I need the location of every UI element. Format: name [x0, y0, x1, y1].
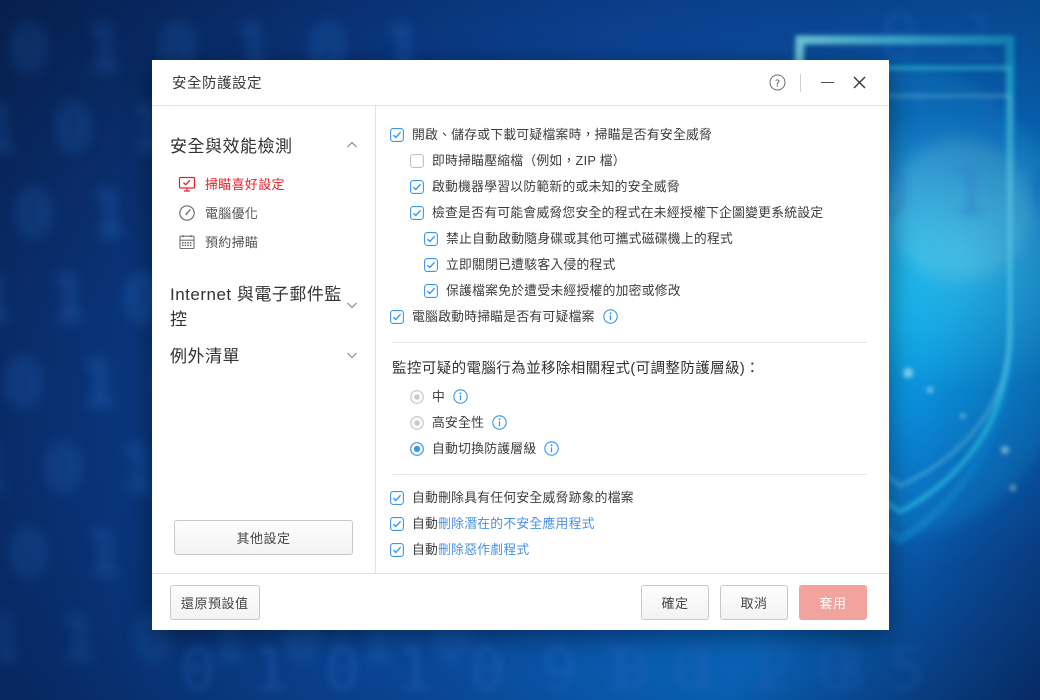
separator-2: [392, 474, 867, 475]
dialog-title: 安全防護設定: [172, 76, 262, 92]
option-label: 啟動機器學習以防範新的或未知的安全威脅: [432, 179, 680, 194]
radio-unselected-icon[interactable]: [410, 416, 424, 430]
separator-1: [392, 342, 867, 343]
sidebar: 安全與效能檢測 掃瞄喜好設定 電腦優化 預約掃瞄 Internet 與電子郵件監…: [152, 106, 376, 573]
checkbox-checked-icon[interactable]: [390, 310, 404, 324]
sidebar-group-exception-list[interactable]: 例外清單: [152, 336, 375, 373]
option-label-prefix: 自動刪除具有任何安全威脅跡象的檔案: [412, 490, 634, 505]
close-button[interactable]: [843, 68, 875, 98]
option-label: 開啟、儲存或下載可疑檔案時，掃瞄是否有安全威脅: [412, 127, 713, 142]
option-label-link[interactable]: 刪除惡作劇程式: [438, 542, 529, 557]
sidebar-item-label: 預約掃瞄: [205, 235, 259, 250]
radio-unselected-icon[interactable]: [410, 390, 424, 404]
sidebar-group-internet-email[interactable]: Internet 與電子郵件監控: [152, 274, 375, 336]
cancel-button[interactable]: 取消: [720, 584, 788, 620]
chevron-down-icon: [347, 302, 357, 309]
dialog-titlebar[interactable]: 安全防護設定 ?: [152, 60, 889, 106]
option-label: 禁止自動啟動隨身碟或其他可攜式磁碟機上的程式: [446, 231, 734, 246]
radio-selected-icon[interactable]: [410, 442, 424, 456]
sidebar-scroll-area: 安全與效能檢測 掃瞄喜好設定 電腦優化 預約掃瞄 Internet 與電子郵件監…: [152, 126, 375, 520]
sidebar-group-title: 例外清單: [170, 347, 240, 366]
info-icon[interactable]: [602, 309, 618, 324]
option-delete-threat-files[interactable]: 自動刪除具有任何安全威脅跡象的檔案: [390, 485, 867, 511]
option-label: 立即關閉已遭駭客入侵的程式: [446, 257, 616, 272]
checkbox-checked-icon[interactable]: [390, 491, 404, 505]
option-label-prefix: 自動: [412, 542, 439, 557]
radio-label: 自動切換防護層級: [432, 441, 537, 456]
sidebar-item-scan-preferences[interactable]: 掃瞄喜好設定: [152, 169, 375, 198]
radio-protection-auto[interactable]: 自動切換防護層級: [390, 436, 867, 462]
option-label: 自動刪除具有任何安全威脅跡象的檔案: [412, 489, 634, 507]
chevron-down-icon: [347, 352, 357, 358]
desktop-background: 0 1 0 1 0 1 1 0 1 0 1 0 1 0 1 1 0 1 0 1 …: [0, 0, 1040, 700]
security-settings-dialog: 安全防護設定 ? 安全與效能檢測 掃瞄喜好設定 電腦優化 預約掃瞄 Intern…: [152, 60, 889, 630]
chevron-up-icon: [347, 141, 357, 147]
monitor-check-icon: [177, 174, 196, 193]
option-delete-potentially-unsafe-apps[interactable]: 自動刪除潛在的不安全應用程式: [390, 511, 867, 537]
radio-protection-high[interactable]: 高安全性: [390, 410, 867, 436]
help-button[interactable]: ?: [762, 68, 792, 98]
checkbox-checked-icon[interactable]: [424, 258, 438, 272]
behavior-section-title: 監控可疑的電腦行為並移除相關程式(可調整防護層級)：: [392, 361, 761, 377]
settings-content-pane: 開啟、儲存或下載可疑檔案時，掃瞄是否有安全威脅 即時掃瞄壓縮檔（例如，ZIP 檔…: [376, 106, 889, 573]
checkbox-checked-icon[interactable]: [390, 543, 404, 557]
question-circle-icon: ?: [769, 74, 785, 91]
sidebar-group-items: 掃瞄喜好設定 電腦優化 預約掃瞄: [152, 163, 375, 260]
checkbox-checked-icon[interactable]: [410, 180, 424, 194]
calendar-icon: [177, 232, 196, 251]
restore-defaults-button[interactable]: 還原預設值: [170, 584, 260, 620]
info-icon[interactable]: [544, 441, 560, 456]
sidebar-group-title: Internet 與電子郵件監控: [170, 285, 342, 329]
sidebar-group-security-performance[interactable]: 安全與效能檢測: [152, 126, 375, 163]
option-label: 自動刪除潛在的不安全應用程式: [412, 515, 595, 533]
info-icon[interactable]: [453, 389, 468, 404]
checkbox-checked-icon[interactable]: [410, 206, 424, 220]
sidebar-item-scheduled-scan[interactable]: 預約掃瞄: [152, 227, 375, 256]
option-scan-on-file-access[interactable]: 開啟、儲存或下載可疑檔案時，掃瞄是否有安全威脅: [390, 122, 867, 148]
option-check-system-changes[interactable]: 檢查是否有可能會威脅您安全的程式在未經授權下企圖變更系統設定: [390, 200, 867, 226]
option-label-link[interactable]: 刪除潛在的不安全應用程式: [438, 516, 595, 531]
minimize-icon: [820, 81, 834, 84]
option-realtime-scan-archives[interactable]: 即時掃瞄壓縮檔（例如，ZIP 檔）: [390, 148, 867, 174]
footer-action-buttons: 確定 取消 套用: [641, 584, 867, 620]
radio-label: 中: [432, 389, 446, 404]
sidebar-footer: 其他設定: [152, 520, 375, 573]
svg-text:?: ?: [774, 78, 779, 89]
sidebar-item-pc-optimization[interactable]: 電腦優化: [152, 198, 375, 227]
close-icon: [852, 76, 866, 89]
checkbox-checked-icon[interactable]: [424, 284, 438, 298]
option-delete-joke-programs[interactable]: 自動刪除惡作劇程式: [390, 537, 867, 563]
ok-button[interactable]: 確定: [641, 584, 709, 620]
svg-text:1 0 1 0 5: 1 0 1 0 5: [600, 635, 925, 700]
window-controls: ?: [762, 68, 875, 98]
sidebar-item-label: 掃瞄喜好設定: [205, 177, 285, 192]
checkbox-checked-icon[interactable]: [390, 517, 404, 531]
other-settings-button[interactable]: 其他設定: [174, 520, 353, 555]
apply-button[interactable]: 套用: [799, 584, 867, 620]
option-label: 保護檔案免於遭受未經授權的加密或修改: [446, 283, 681, 298]
checkbox-checked-icon[interactable]: [424, 232, 438, 246]
dialog-body: 安全與效能檢測 掃瞄喜好設定 電腦優化 預約掃瞄 Internet 與電子郵件監…: [152, 106, 889, 573]
option-label: 自動刪除惡作劇程式: [412, 541, 529, 559]
option-block-autorun-removable[interactable]: 禁止自動啟動隨身碟或其他可攜式磁碟機上的程式: [390, 226, 867, 252]
dialog-footer: 還原預設值 確定 取消 套用: [152, 573, 889, 630]
info-icon[interactable]: [492, 415, 507, 430]
option-label: 電腦啟動時掃瞄是否有可疑檔案: [412, 309, 595, 324]
radio-protection-medium[interactable]: 中: [390, 384, 867, 410]
sidebar-group-title: 安全與效能檢測: [170, 137, 293, 156]
checkbox-checked-icon[interactable]: [390, 128, 404, 142]
control-separator: [800, 73, 801, 92]
radio-label: 高安全性: [432, 415, 485, 430]
option-label: 即時掃瞄壓縮檔（例如，ZIP 檔）: [432, 153, 626, 168]
checkbox-unchecked-icon[interactable]: [410, 154, 424, 168]
option-label-prefix: 自動: [412, 516, 439, 531]
option-terminate-hacked-programs[interactable]: 立即關閉已遭駭客入侵的程式: [390, 252, 867, 278]
minimize-button[interactable]: [811, 68, 843, 98]
option-label: 檢查是否有可能會威脅您安全的程式在未經授權下企圖變更系統設定: [432, 205, 824, 220]
option-protect-unauthorized-encryption[interactable]: 保護檔案免於遭受未經授權的加密或修改: [390, 278, 867, 304]
option-machine-learning[interactable]: 啟動機器學習以防範新的或未知的安全威脅: [390, 174, 867, 200]
option-startup-scan[interactable]: 電腦啟動時掃瞄是否有可疑檔案: [390, 304, 867, 330]
gauge-icon: [177, 203, 196, 222]
sidebar-item-label: 電腦優化: [205, 206, 259, 221]
